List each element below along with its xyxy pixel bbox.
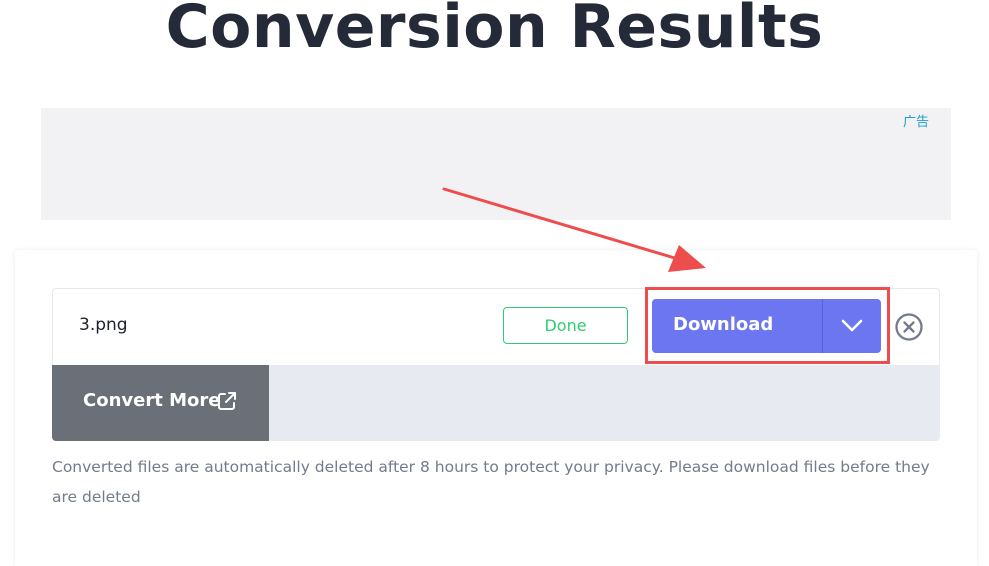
- conversion-results-page: Conversion Results 广告 3.png Done Downloa…: [0, 0, 989, 566]
- arrow-annotation: [442, 187, 706, 272]
